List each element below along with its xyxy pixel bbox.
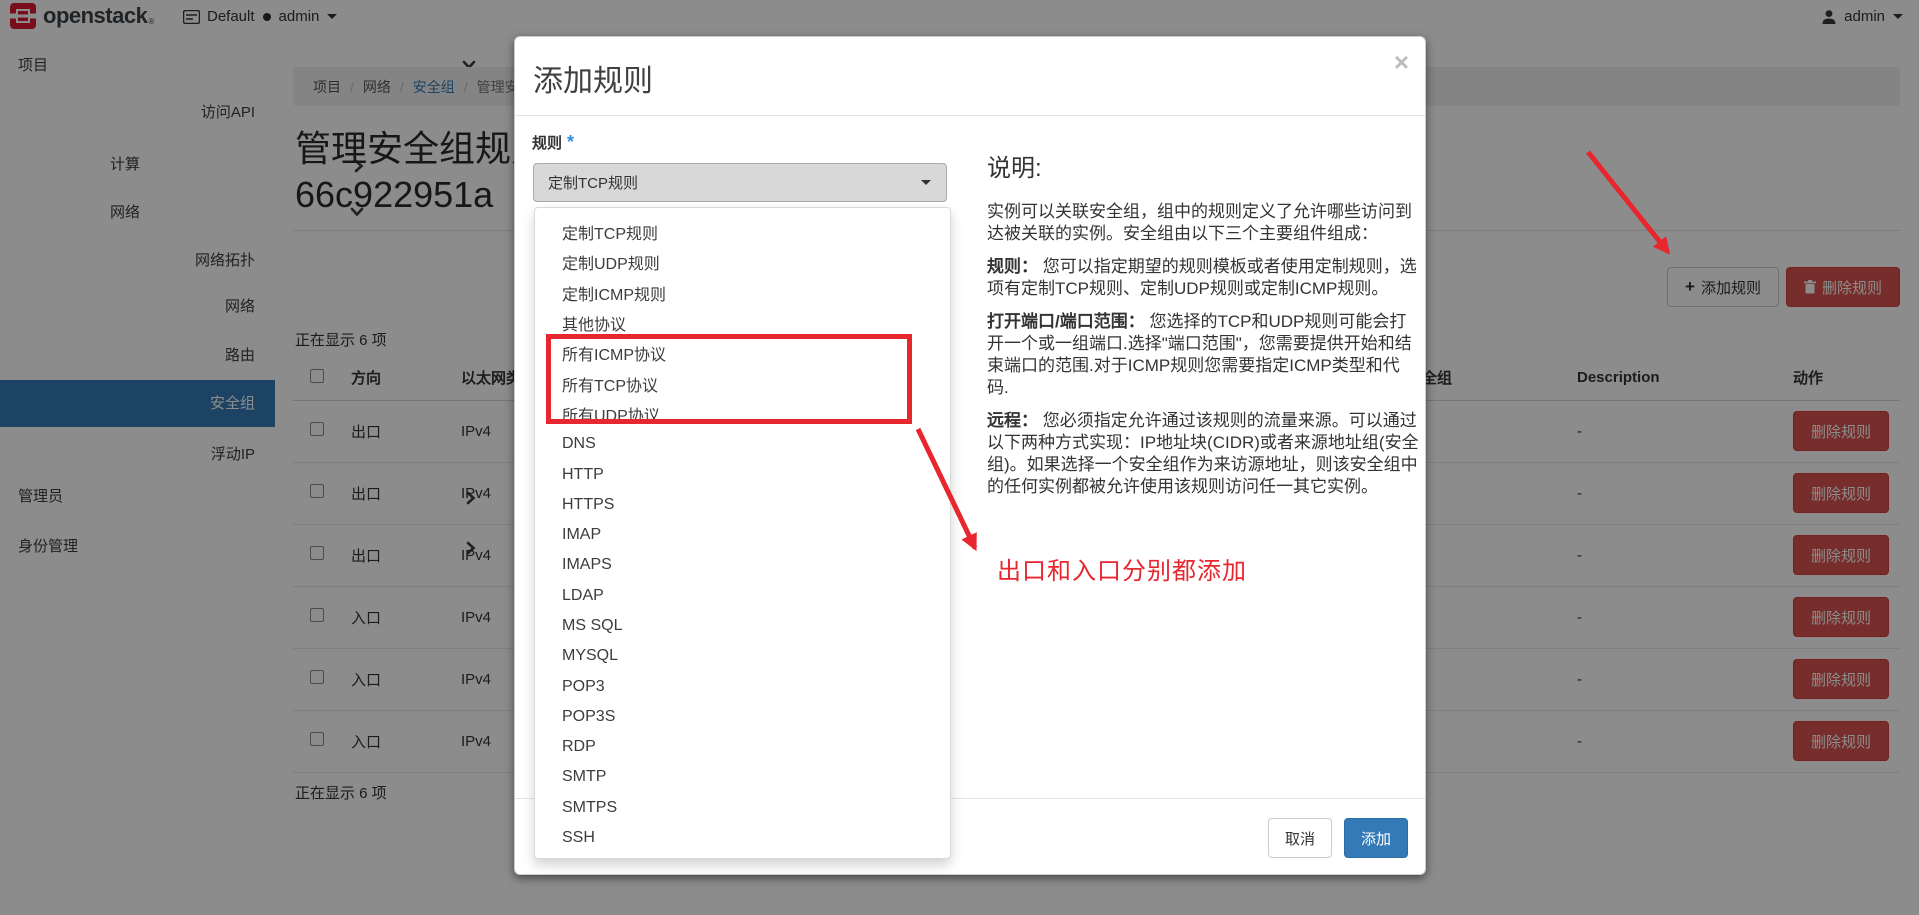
rule-type-dropdown-menu: 定制TCP规则 定制UDP规则 定制ICMP规则 其他协议 所有ICMP协议 所…	[534, 207, 951, 859]
required-asterisk: *	[567, 132, 574, 152]
add-rule-modal: 添加规则 × 规则 * 定制TCP规则 定制TCP规则 定制UDP规则 定制ICM…	[514, 36, 1426, 875]
dropdown-option[interactable]: POP3	[535, 671, 950, 701]
help-paragraph: 实例可以关联安全组，组中的规则定义了允许哪些访问到达被关联的实例。安全组由以下三…	[987, 201, 1421, 245]
dropdown-option[interactable]: IMAP	[535, 520, 950, 550]
dropdown-option[interactable]: IMAPS	[535, 550, 950, 580]
submit-add-button[interactable]: 添加	[1344, 818, 1408, 858]
dropdown-option[interactable]: 其他协议	[535, 308, 950, 338]
dropdown-option[interactable]: 所有TCP协议	[535, 368, 950, 398]
dropdown-option[interactable]: RDP	[535, 732, 950, 762]
help-paragraph: 打开端口/端口范围： 您选择的TCP和UDP规则可能会打开一个或一组端口.选择"…	[987, 311, 1421, 399]
modal-header-divider	[515, 115, 1425, 116]
rule-field-label-text: 规则	[532, 135, 562, 152]
help-paragraph: 远程： 您必须指定允许通过该规则的流量来源。可以通过以下两种方式实现：IP地址块…	[987, 410, 1421, 498]
dropdown-option[interactable]: 定制UDP规则	[535, 247, 950, 277]
close-icon[interactable]: ×	[1394, 49, 1409, 75]
dropdown-option[interactable]: MS SQL	[535, 611, 950, 641]
modal-title: 添加规则	[533, 56, 653, 100]
help-paragraph-lead: 远程：	[987, 411, 1038, 430]
dropdown-option[interactable]: 定制TCP规则	[535, 217, 950, 247]
dropdown-option[interactable]: LDAP	[535, 581, 950, 611]
help-heading: 说明:	[987, 153, 1421, 185]
dropdown-option[interactable]: DNS	[535, 429, 950, 459]
help-paragraph-lead: 规则：	[987, 257, 1038, 276]
chevron-down-icon	[921, 180, 931, 185]
help-paragraph: 规则： 您可以指定期望的规则模板或者使用定制规则，选项有定制TCP规则、定制UD…	[987, 256, 1421, 300]
rule-field-label: 规则 *	[532, 132, 574, 153]
help-paragraph-lead: 打开端口/端口范围：	[987, 312, 1145, 331]
cancel-button[interactable]: 取消	[1268, 818, 1332, 858]
dropdown-option[interactable]: 定制ICMP规则	[535, 278, 950, 308]
help-paragraph-text: 您必须指定允许通过该规则的流量来源。可以通过以下两种方式实现：IP地址块(CID…	[987, 411, 1419, 496]
dropdown-option[interactable]: SSH	[535, 823, 950, 853]
annotation-note-text: 出口和入口分别都添加	[997, 551, 1247, 586]
dropdown-option[interactable]: 所有UDP协议	[535, 399, 950, 429]
rule-type-selected-value: 定制TCP规则	[548, 172, 638, 193]
dropdown-option[interactable]: SMTPS	[535, 793, 950, 823]
dropdown-option[interactable]: HTTP	[535, 459, 950, 489]
help-paragraph-text: 您可以指定期望的规则模板或者使用定制规则，选项有定制TCP规则、定制UDP规则或…	[987, 257, 1417, 298]
modal-help-panel: 说明: 实例可以关联安全组，组中的规则定义了允许哪些访问到达被关联的实例。安全组…	[987, 153, 1421, 509]
dropdown-option[interactable]: 所有ICMP协议	[535, 338, 950, 368]
dropdown-option[interactable]: HTTPS	[535, 490, 950, 520]
dropdown-option[interactable]: POP3S	[535, 702, 950, 732]
dropdown-option[interactable]: SMTP	[535, 762, 950, 792]
dropdown-option[interactable]: MYSQL	[535, 641, 950, 671]
rule-type-select[interactable]: 定制TCP规则	[533, 163, 947, 202]
help-paragraph-text: 实例可以关联安全组，组中的规则定义了允许哪些访问到达被关联的实例。安全组由以下三…	[987, 202, 1412, 243]
